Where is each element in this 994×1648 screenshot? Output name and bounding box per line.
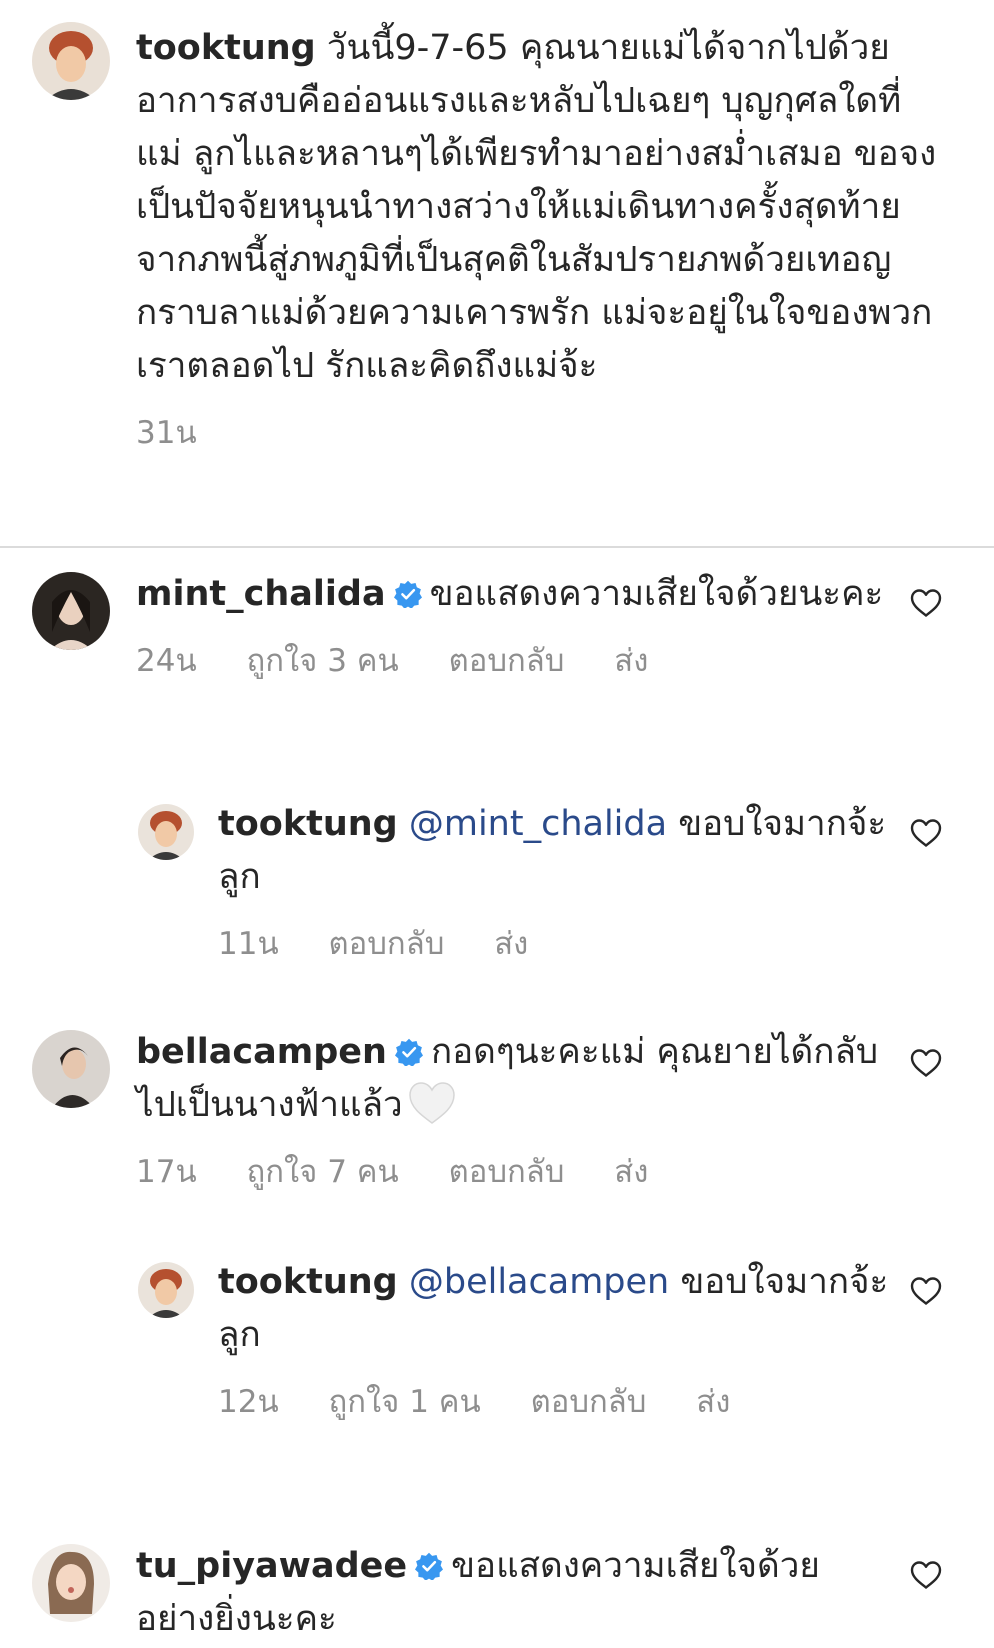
reply-button[interactable]: ตอบกลับ (531, 1384, 647, 1420)
comment-username[interactable]: mint_chalida (136, 574, 386, 614)
like-count[interactable]: ถูกใจ 3 คน (247, 643, 399, 679)
reply-button[interactable]: ตอบกลับ (329, 926, 445, 962)
comment-time: 12น (218, 1384, 279, 1420)
reply-button[interactable]: ตอบกลับ (449, 643, 565, 679)
avatar-tooktung[interactable] (32, 22, 110, 100)
heart-outline-icon[interactable] (910, 588, 942, 618)
comment-meta: 11น ตอบกลับ ส่ง (218, 918, 894, 968)
avatar-tooktung[interactable] (138, 804, 194, 860)
send-button[interactable]: ส่ง (614, 643, 648, 679)
send-button[interactable]: ส่ง (614, 1154, 648, 1190)
heart-outline-icon[interactable] (910, 818, 942, 848)
comment-time: 24น (136, 643, 197, 679)
comment-meta: 12น ถูกใจ 1 คน ตอบกลับ ส่ง (218, 1376, 894, 1426)
avatar-tooktung[interactable] (138, 1262, 194, 1318)
like-count[interactable]: ถูกใจ 7 คน (247, 1154, 399, 1190)
post-caption: tooktung วันนี้9-7-65 คุณนายแม่ได้จากไปด… (0, 0, 994, 524)
comment-username[interactable]: tu_piyawadee (136, 1546, 407, 1586)
comment-item: mint_chalida ขอแสดงความเสียใจด้วยนะคะ 24น… (0, 568, 994, 708)
caption-username[interactable]: tooktung (136, 28, 316, 68)
avatar-tu-piyawadee[interactable] (32, 1544, 110, 1622)
verified-badge-icon (394, 580, 422, 608)
mention-link[interactable]: @mint_chalida (409, 804, 667, 844)
reply-item: tooktung @bellacampen ขอบใจมากจ้ะลูก 12น… (0, 1256, 994, 1420)
divider (0, 546, 994, 548)
heart-outline-icon[interactable] (910, 1276, 942, 1306)
comment-meta: 17น ถูกใจ 7 คน ตอบกลับ ส่ง (136, 1146, 894, 1196)
caption-time: 31น (136, 415, 197, 451)
comment-text: ขอแสดงความเสียใจด้วยนะคะ (429, 574, 884, 614)
reply-button[interactable]: ตอบกลับ (449, 1154, 565, 1190)
heart-outline-icon[interactable] (910, 1048, 942, 1078)
white-heart-emoji (408, 1082, 455, 1124)
send-button[interactable]: ส่ง (696, 1384, 730, 1420)
send-button[interactable]: ส่ง (494, 926, 528, 962)
comment-time: 11น (218, 926, 279, 962)
mention-link[interactable]: @bellacampen (409, 1262, 669, 1302)
comment-meta: 24น ถูกใจ 3 คน ตอบกลับ ส่ง (136, 635, 894, 685)
caption-text: วันนี้9-7-65 คุณนายแม่ได้จากไปด้วยอาการส… (136, 28, 937, 386)
comment-username[interactable]: bellacampen (136, 1032, 387, 1072)
avatar-mint-chalida[interactable] (32, 572, 110, 650)
reply-item: tooktung @mint_chalida ขอบใจมากจ้ะลูก 11… (0, 798, 994, 962)
comment-item: tu_piyawadee ขอแสดงความเสียใจด้วยอย่างยิ่… (0, 1540, 994, 1648)
comment-time: 17น (136, 1154, 197, 1190)
heart-outline-icon[interactable] (910, 1560, 942, 1590)
like-count[interactable]: ถูกใจ 1 คน (329, 1384, 481, 1420)
avatar-bellacampen[interactable] (32, 1030, 110, 1108)
caption-meta: 31น (136, 407, 944, 457)
comment-username[interactable]: tooktung (218, 804, 398, 844)
verified-badge-icon (395, 1038, 423, 1066)
comment-item: bellacampen กอดๆนะคะแม่ คุณยายได้กลับไปเป… (0, 1026, 994, 1190)
comment-username[interactable]: tooktung (218, 1262, 398, 1302)
verified-badge-icon (415, 1552, 443, 1580)
